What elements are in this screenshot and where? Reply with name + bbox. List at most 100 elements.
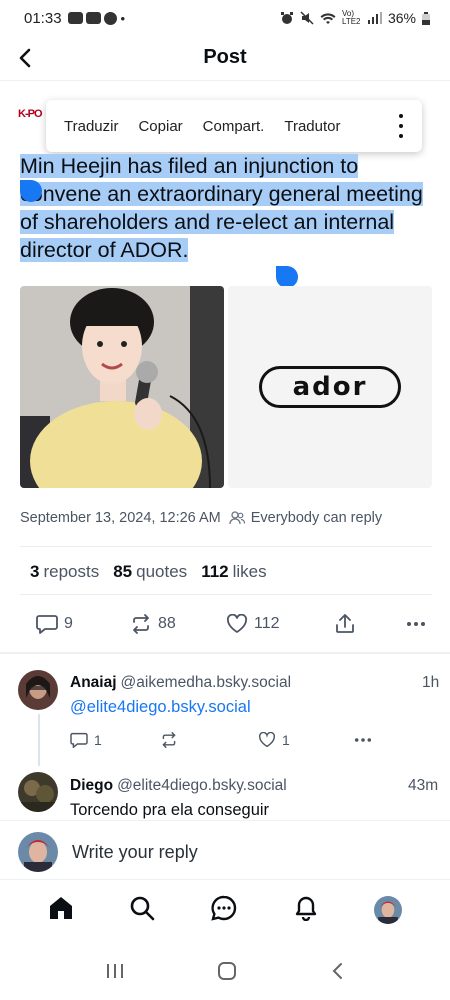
repost-icon xyxy=(133,614,149,634)
post-image-1[interactable] xyxy=(20,286,224,488)
repost-button[interactable]: 88 xyxy=(130,614,226,634)
reply-count: 9 xyxy=(64,615,73,632)
post-text[interactable]: Min Heejin has filed an injunction to co… xyxy=(20,152,432,264)
heart-icon xyxy=(226,614,248,633)
heart-icon xyxy=(258,732,276,748)
wifi-icon xyxy=(320,12,336,24)
my-avatar xyxy=(18,832,58,872)
facebook-notification-icon xyxy=(103,11,117,25)
reply-1-like-count: 1 xyxy=(282,732,290,748)
alarm-icon xyxy=(280,12,293,24)
reply-1-reply-button[interactable]: 1 xyxy=(70,732,160,748)
status-bar: 01:33 • Vo) LTE2 36% xyxy=(0,0,450,36)
divider-stats xyxy=(20,594,432,595)
page-title: Post xyxy=(203,46,247,68)
notifications-tab[interactable] xyxy=(293,895,319,926)
selection-handle-end[interactable] xyxy=(276,266,298,288)
reply-1-author[interactable]: Anaiaj @aikemedha.bsky.social xyxy=(70,674,291,692)
comment-icon xyxy=(36,615,58,634)
reply-button[interactable]: 9 xyxy=(36,614,130,634)
reply-1-repost-button[interactable] xyxy=(160,732,258,748)
menu-item-translator[interactable]: Tradutor xyxy=(284,118,340,135)
search-icon xyxy=(131,896,155,920)
like-count: 112 xyxy=(254,615,280,632)
bell-icon xyxy=(295,896,316,921)
like-button[interactable]: 112 xyxy=(226,614,334,634)
quotes-stat[interactable]: 85 quotes xyxy=(113,562,187,582)
reply-1-handle: @aikemedha.bsky.social xyxy=(120,674,292,691)
home-icon xyxy=(49,896,72,919)
profile-avatar-icon xyxy=(374,896,403,924)
home-square-icon xyxy=(217,961,236,980)
photo-woman-microphone xyxy=(20,286,224,488)
people-icon xyxy=(229,511,245,525)
vertical-dots-icon[interactable] xyxy=(398,114,404,138)
horizontal-dots-icon xyxy=(354,738,372,742)
reply-1-like-button[interactable]: 1 xyxy=(258,732,354,748)
divider-actions xyxy=(0,652,450,654)
ador-logo: ador xyxy=(259,366,401,408)
youtube-notification-icon xyxy=(67,12,83,24)
selection-handle-start[interactable] xyxy=(20,180,42,202)
repost-icon xyxy=(162,732,176,748)
status-right: Vo) LTE2 36% xyxy=(280,10,430,26)
search-tab[interactable] xyxy=(129,895,155,926)
system-back-button[interactable] xyxy=(330,962,344,985)
status-time: 01:33 xyxy=(24,9,62,27)
reply-2-name: Diego xyxy=(70,777,114,794)
header: Post xyxy=(0,36,450,80)
post-timestamp: September 13, 2024, 12:26 AM xyxy=(20,510,221,526)
post-meta: September 13, 2024, 12:26 AM Everybody c… xyxy=(20,510,382,526)
reply-1-mention[interactable]: @elite4diego.bsky.social xyxy=(70,698,251,717)
chat-tab[interactable] xyxy=(211,895,237,926)
post-text-selection: Min Heejin has filed an injunction to co… xyxy=(20,154,423,262)
recent-apps-button[interactable] xyxy=(106,963,124,984)
share-icon xyxy=(336,614,354,633)
home-tab[interactable] xyxy=(48,895,74,926)
battery-percent: 36% xyxy=(387,10,416,26)
horizontal-dots-icon xyxy=(407,622,425,626)
post-stats: 3 reposts 85 quotes 112 likes xyxy=(30,562,267,582)
reply-1-name: Anaiaj xyxy=(70,674,117,691)
reply-audience[interactable]: Everybody can reply xyxy=(251,510,382,526)
menu-item-translate[interactable]: Traduzir xyxy=(64,118,118,135)
chat-icon xyxy=(211,895,237,921)
chevron-left-icon xyxy=(332,962,342,979)
more-options-button[interactable] xyxy=(406,621,426,627)
avatar-anaiaj[interactable] xyxy=(18,670,58,710)
profile-tab[interactable] xyxy=(374,896,403,924)
reply-2-handle: @elite4diego.bsky.social xyxy=(117,777,287,794)
avatar-diego[interactable] xyxy=(18,772,58,812)
signal-icon xyxy=(367,12,382,24)
header-divider xyxy=(0,80,450,81)
thread-line xyxy=(38,714,40,766)
bottom-nav xyxy=(0,890,450,930)
divider-meta xyxy=(20,546,432,547)
reposts-stat[interactable]: 3 reposts xyxy=(30,562,99,582)
reply-2-time: 43m xyxy=(408,777,439,794)
author-avatar-peek[interactable]: K-PO xyxy=(18,108,46,126)
reply-composer[interactable]: Write your reply xyxy=(0,820,450,880)
text-selection-menu: Traduzir Copiar Compart. Tradutor xyxy=(46,100,422,152)
reply-2-text: Torcendo pra ela conseguir xyxy=(70,801,270,819)
home-button[interactable] xyxy=(217,961,237,986)
post-image-2[interactable]: ador xyxy=(228,286,432,488)
likes-stat[interactable]: 112 likes xyxy=(201,562,266,582)
repost-count: 88 xyxy=(158,615,176,632)
battery-icon xyxy=(422,11,430,25)
network-label: Vo) LTE2 xyxy=(341,9,361,26)
system-navigation xyxy=(0,955,450,991)
reply-1-time: 1h xyxy=(422,674,440,691)
post-actions: 9 88 112 xyxy=(36,612,426,636)
youtube-notification-icon-2 xyxy=(85,12,101,24)
reply-2-author[interactable]: Diego @elite4diego.bsky.social xyxy=(70,777,287,795)
recent-apps-icon xyxy=(107,963,124,978)
status-dot: • xyxy=(120,10,126,26)
share-button[interactable] xyxy=(334,614,406,634)
menu-item-share[interactable]: Compart. xyxy=(203,118,265,135)
menu-item-copy[interactable]: Copiar xyxy=(138,118,182,135)
reply-input-placeholder: Write your reply xyxy=(72,842,198,862)
reply-1-more-button[interactable] xyxy=(354,737,372,743)
mute-icon xyxy=(300,11,314,25)
comment-icon xyxy=(70,732,88,748)
